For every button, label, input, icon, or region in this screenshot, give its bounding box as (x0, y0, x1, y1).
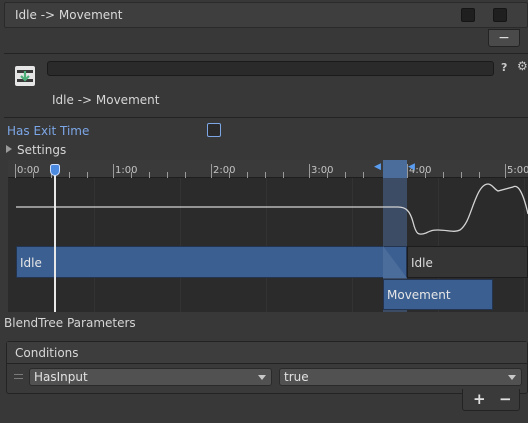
condition-value: true (284, 370, 309, 384)
has-exit-time-label: Has Exit Time (7, 124, 90, 138)
tick-label: 3:00 (311, 165, 334, 176)
transition-row-label: Idle -> Movement (15, 8, 123, 22)
settings-foldout-arrow-icon[interactable] (6, 145, 12, 153)
gear-icon[interactable]: ⚙ (517, 59, 528, 73)
conditions-header-label: Conditions (15, 346, 79, 360)
remove-condition-button[interactable]: − (499, 390, 512, 408)
solo-checkbox[interactable] (461, 8, 475, 22)
add-condition-button[interactable]: + (473, 390, 486, 408)
timeline-ruler[interactable]: 0:00 1:00 2:00 3:00 4:00 5:00 (8, 160, 528, 178)
conditions-list: Conditions HasInput true (6, 341, 528, 394)
transition-start-marker-icon[interactable]: ◀ (374, 162, 381, 172)
inspector-title: Idle -> Movement (52, 93, 160, 107)
tick-label: 0:00 (17, 165, 40, 176)
chevron-down-icon (258, 375, 266, 380)
divider (4, 53, 528, 54)
mute-checkbox[interactable] (493, 8, 507, 22)
transition-duration-handle[interactable] (383, 160, 407, 178)
condition-parameter-value: HasInput (34, 370, 88, 384)
tick-label: 2:00 (213, 165, 236, 176)
tick-label: 5:00 (507, 165, 528, 176)
conditions-footer: + − (462, 389, 520, 411)
drag-handle-icon[interactable] (14, 374, 23, 379)
destination-state-label: Movement (387, 288, 451, 302)
destination-state-bar[interactable]: Movement (383, 279, 493, 310)
blend-curve (16, 183, 528, 235)
blend-tree-parameters-label: BlendTree Parameters (4, 316, 136, 330)
transition-row[interactable]: Idle -> Movement (4, 2, 528, 28)
destination-state-bar-top[interactable]: Idle (407, 246, 528, 278)
playhead-line[interactable] (54, 164, 56, 312)
tick-label: 1:00 (115, 165, 138, 176)
remove-transition-button[interactable]: − (488, 29, 520, 47)
source-state-fadeout (383, 246, 407, 278)
chevron-down-icon (508, 375, 516, 380)
source-state-label: Idle (20, 256, 42, 270)
destination-state-top-label: Idle (411, 256, 433, 270)
transition-name-field[interactable] (47, 61, 494, 76)
playhead-handle[interactable] (50, 164, 60, 176)
transition-timeline[interactable]: 0:00 1:00 2:00 3:00 4:00 5:00 ◀ ◀ Idle I… (8, 160, 528, 312)
help-icon[interactable]: ? (501, 61, 507, 74)
condition-parameter-dropdown[interactable]: HasInput (29, 368, 272, 386)
has-exit-time-checkbox[interactable] (207, 123, 221, 137)
transition-list-footer: − (4, 29, 528, 51)
settings-foldout-label[interactable]: Settings (17, 143, 66, 157)
transition-end-marker-icon[interactable]: ◀ (408, 162, 415, 172)
ruler-ticks (15, 164, 506, 178)
divider (4, 117, 528, 118)
conditions-header: Conditions (7, 342, 527, 364)
source-state-bar[interactable]: Idle (16, 246, 407, 278)
condition-value-dropdown[interactable]: true (279, 368, 522, 386)
transition-icon (15, 66, 35, 86)
